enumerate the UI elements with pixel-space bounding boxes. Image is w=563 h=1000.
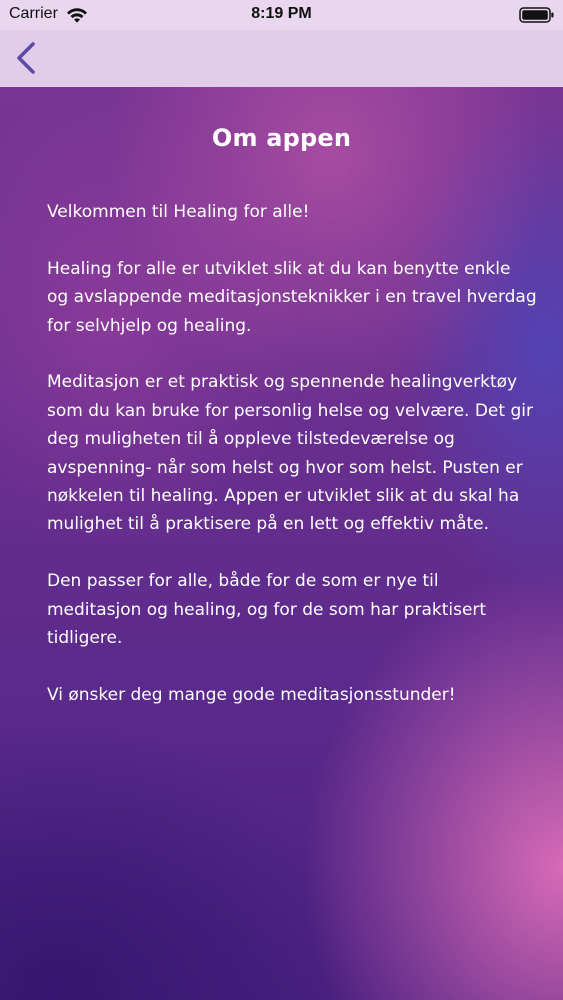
paragraph-closing: Vi ønsker deg mange gode meditasjonsstun… xyxy=(47,684,456,705)
paragraph-welcome: Velkommen til Healing for alle! xyxy=(47,202,310,222)
content-area: Om appen Velkommen til Healing for alle!… xyxy=(0,87,563,1000)
battery-icon xyxy=(519,6,555,24)
clock: 8:19 PM xyxy=(251,5,312,22)
page-title: Om appen xyxy=(211,124,352,152)
navigation-bar xyxy=(0,30,563,87)
paragraph-audience: Den passer for alle, både for de som er … xyxy=(47,571,487,649)
back-button[interactable] xyxy=(10,38,46,78)
paragraph-intro: Healing for alle er utviklet slik at du … xyxy=(47,258,537,336)
chevron-left-icon xyxy=(17,42,35,74)
about-text: Velkommen til Healing for alle! Healing … xyxy=(47,198,537,738)
paragraph-meditation: Meditasjon er et praktisk og spennende h… xyxy=(47,372,533,535)
status-bar: Carrier 8:19 PM xyxy=(0,0,563,30)
